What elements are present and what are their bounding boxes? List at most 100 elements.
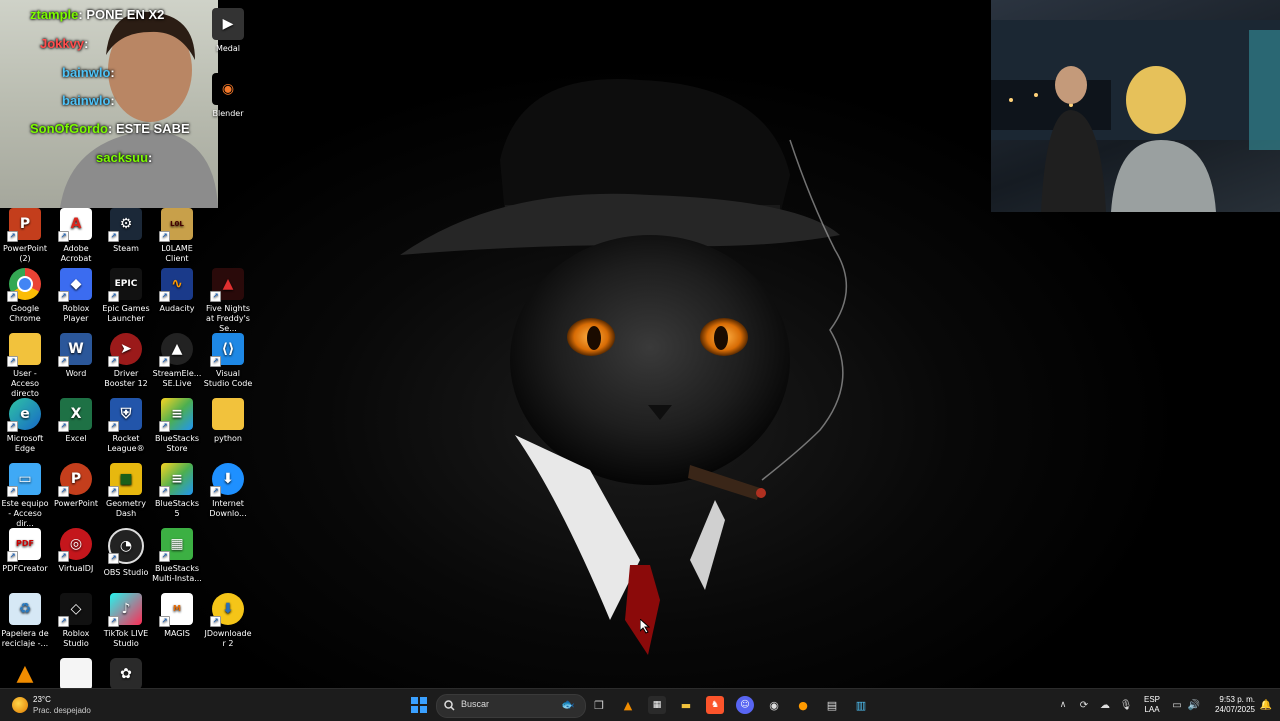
- desktop-icon-python[interactable]: python: [203, 398, 253, 444]
- desktop-icon-magis[interactable]: M ↗ MAGIS: [152, 593, 202, 639]
- desktop-icon-roblox-player[interactable]: ◆ ↗ Roblox Player: [51, 268, 101, 324]
- desktop-icon-powerpoint-2[interactable]: P ↗ PowerPoint (2): [0, 208, 50, 264]
- desktop-icon-bluestacks-store[interactable]: ≡ ↗ BlueStacks Store: [152, 398, 202, 454]
- search-placeholder: Buscar: [461, 699, 490, 709]
- chrome-icon: ↗: [7, 268, 41, 302]
- taskbar-file-explorer[interactable]: ▬: [677, 696, 695, 714]
- desktop-icon-user-folder[interactable]: ↗ User - Acceso directo: [0, 333, 50, 399]
- desktop-icon-bluestacks-5[interactable]: ≡ ↗ BlueStacks 5: [152, 463, 202, 519]
- chat-message: Jokkvy:: [40, 36, 89, 51]
- taskbar-discord[interactable]: ☺: [736, 696, 754, 714]
- epic-games-icon: EPIC ↗: [108, 268, 142, 302]
- desktop-icon-adobe-acrobat[interactable]: A ↗ Adobe Acrobat: [51, 208, 101, 264]
- sync-icon: ⟳: [1079, 699, 1089, 711]
- tray-onedrive[interactable]: ☁: [1096, 696, 1114, 714]
- notification-bell-icon: 🔔: [1259, 699, 1273, 711]
- task-view-button[interactable]: ❐: [590, 696, 608, 714]
- chat-message: bainwlo:: [62, 65, 115, 80]
- virtualdj-icon: ◎ ↗: [58, 528, 92, 562]
- show-hidden-icons-button[interactable]: ∧: [1054, 696, 1072, 714]
- desktop-icon-pdfcreator[interactable]: PDF ↗ PDFCreator: [0, 528, 50, 574]
- taskbar-notepad[interactable]: ▤: [823, 696, 841, 714]
- taskbar-notes[interactable]: ▥: [852, 696, 870, 714]
- desktop-icon-geometry-dash[interactable]: ■ ↗ Geometry Dash: [101, 463, 151, 519]
- desktop-icon-recycle-bin[interactable]: ♻ Papelera de reciclaje -...: [0, 593, 50, 649]
- file-icon: [60, 658, 92, 690]
- chat-message: sacksuu:: [96, 150, 153, 165]
- tray-volume[interactable]: 🔊: [1185, 696, 1203, 714]
- mouse-cursor-icon: [640, 619, 650, 634]
- clock[interactable]: 9:53 p. m. 24/07/2025: [1205, 695, 1255, 717]
- taskbar-audacity[interactable]: ●: [794, 696, 812, 714]
- tray-microphone[interactable]: 🎙: [1117, 696, 1135, 714]
- medal-icon: ▶: [212, 8, 244, 40]
- weather-widget[interactable]: 23°C Prac. despejado: [8, 693, 91, 717]
- desktop-icon-powerpoint[interactable]: P ↗ PowerPoint: [51, 463, 101, 509]
- webcam-overlay-left: ztample: PONE EN X2 Jokkvy: bainwlo: bai…: [0, 0, 218, 208]
- streamelements-icon: ▲ ↗: [159, 333, 193, 367]
- tiktok-icon: ♪ ↗: [108, 593, 142, 627]
- brave-icon: ♞: [710, 700, 720, 710]
- desktop-icon-excel[interactable]: X ↗ Excel: [51, 398, 101, 444]
- desktop-icon-streamelements[interactable]: ▲ ↗ StreamEle... SE.Live: [152, 333, 202, 389]
- desktop-icon-steam[interactable]: ⚙ ↗ Steam: [101, 208, 151, 254]
- folder-icon: [212, 398, 244, 430]
- taskbar-store[interactable]: ▦: [648, 696, 666, 714]
- weather-temperature: 23°C: [33, 695, 51, 704]
- desktop-icon-jdownloader[interactable]: ⬇ ↗ JDownloader 2: [203, 593, 253, 649]
- network-icon: ▭: [1172, 699, 1182, 711]
- folder-icon: ↗: [7, 333, 41, 367]
- search-box[interactable]: Buscar 🐟: [436, 694, 586, 718]
- desktop-icon-chrome[interactable]: ↗ Google Chrome: [0, 268, 50, 324]
- start-button[interactable]: [410, 696, 428, 714]
- magis-icon: M ↗: [159, 593, 193, 627]
- cloud-icon: ☁: [1100, 699, 1110, 711]
- desktop-icon-edge[interactable]: e ↗ Microsoft Edge: [0, 398, 50, 454]
- obs-icon: ◔ ↗: [108, 528, 144, 564]
- vlc-icon: ▲: [16, 661, 34, 686]
- desktop-icon-idm[interactable]: ⬇ ↗ Internet Downlo...: [203, 463, 253, 519]
- desktop: ztample: PONE EN X2 Jokkvy: bainwlo: bai…: [0, 0, 1280, 690]
- notification-center-button[interactable]: 🔔: [1257, 696, 1275, 714]
- davinci-resolve-icon: ✿: [110, 658, 142, 690]
- powerpoint-icon: P ↗: [7, 208, 41, 242]
- roblox-player-icon: ◆ ↗: [58, 268, 92, 302]
- webcam-room-image: [991, 20, 1280, 212]
- desktop-icon-epic-games[interactable]: EPIC ↗ Epic Games Launcher: [101, 268, 151, 324]
- desktop-icon-blender[interactable]: ◉ Blender: [203, 73, 253, 119]
- desktop-icon-roblox-studio[interactable]: ◇ ↗ Roblox Studio: [51, 593, 101, 649]
- recycle-bin-icon: ♻: [9, 593, 41, 625]
- desktop-icon-este-equipo[interactable]: ▭ ↗ Este equipo - Acceso dir...: [0, 463, 50, 529]
- desktop-icon-rocket-league[interactable]: ⛨ ↗ Rocket League®: [101, 398, 151, 454]
- word-icon: W ↗: [58, 333, 92, 367]
- taskbar-github[interactable]: ◉: [765, 696, 783, 714]
- taskbar: 23°C Prac. despejado Buscar 🐟 ❐ ▲ ▦ ▬ ♞ …: [0, 688, 1280, 721]
- desktop-icon-lolame[interactable]: L0L ↗ L0LAME Client: [152, 208, 202, 264]
- discord-icon: ☺: [740, 700, 750, 710]
- weather-description: Prac. despejado: [33, 706, 91, 715]
- desktop-icon-bluestacks-multi[interactable]: ▦ ↗ BlueStacks Multi-Insta...: [152, 528, 202, 584]
- desktop-icon-driver-booster[interactable]: ➤ ↗ Driver Booster 12: [101, 333, 151, 389]
- fnaf-icon: ▲ ↗: [210, 268, 244, 302]
- taskbar-brave[interactable]: ♞: [706, 696, 724, 714]
- internet-download-manager-icon: ⬇ ↗: [210, 463, 244, 497]
- desktop-icon-audacity[interactable]: ∿ ↗ Audacity: [152, 268, 202, 314]
- language-indicator[interactable]: ESP LAA: [1140, 695, 1164, 717]
- bluestacks-store-icon: ≡ ↗: [159, 398, 193, 432]
- desktop-icon-medal[interactable]: ▶ Medal: [203, 8, 253, 54]
- weather-icon: [12, 697, 28, 713]
- desktop-icon-virtualdj[interactable]: ◎ ↗ VirtualDJ: [51, 528, 101, 574]
- desktop-icon-vscode[interactable]: ⟨⟩ ↗ Visual Studio Code: [203, 333, 253, 389]
- clock-date: 24/07/2025: [1214, 705, 1255, 714]
- search-highlight-icon: 🐟: [561, 698, 575, 711]
- tray-network[interactable]: ▭: [1168, 696, 1186, 714]
- desktop-icon-word[interactable]: W ↗ Word: [51, 333, 101, 379]
- folder-icon: ▬: [680, 698, 692, 712]
- taskbar-vlc[interactable]: ▲: [619, 696, 637, 714]
- steam-icon: ⚙ ↗: [108, 208, 142, 242]
- desktop-icon-obs[interactable]: ◔ ↗ OBS Studio: [101, 528, 151, 578]
- audacity-icon: ∿ ↗: [159, 268, 193, 302]
- desktop-icon-fnaf[interactable]: ▲ ↗ Five Nights at Freddy's Se...: [203, 268, 253, 334]
- desktop-icon-tiktok-live[interactable]: ♪ ↗ TikTok LIVE Studio: [101, 593, 151, 649]
- tray-sync[interactable]: ⟳: [1075, 696, 1093, 714]
